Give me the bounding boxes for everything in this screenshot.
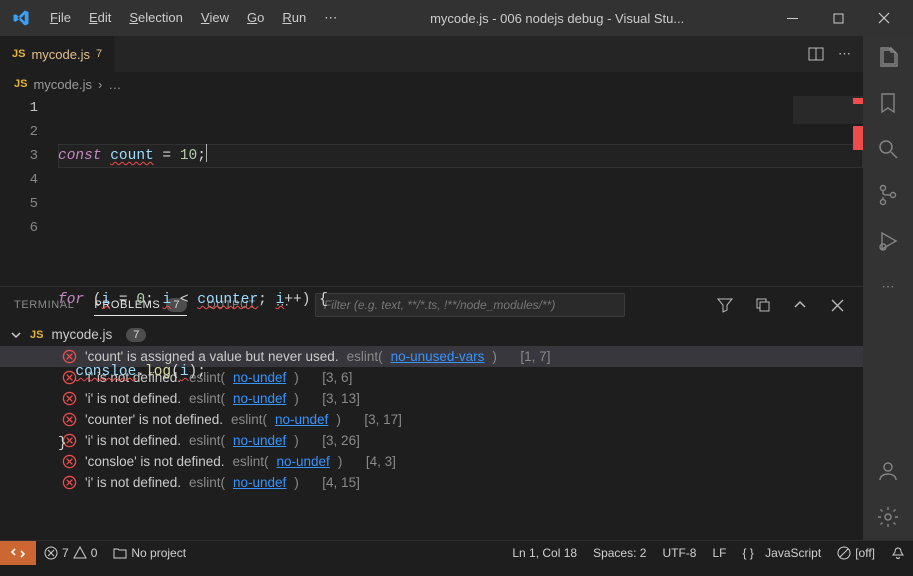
activity-bar: ⋯ (863, 36, 913, 540)
menu-bar: File Edit Selection View Go Run ⋯ (42, 6, 345, 30)
account-icon[interactable] (875, 458, 901, 484)
editor-tab-bar: JS mycode.js 7 ⋯ (0, 36, 863, 72)
tab-more-icon[interactable]: ⋯ (838, 46, 851, 62)
explorer-icon[interactable] (875, 44, 901, 70)
vscode-icon (12, 9, 30, 27)
more-icon[interactable]: ⋯ (875, 274, 901, 300)
search-icon[interactable] (875, 136, 901, 162)
tab-modified-count: 7 (96, 48, 102, 60)
status-notifications[interactable] (883, 546, 913, 560)
error-icon (44, 546, 58, 560)
tab-filename: mycode.js (31, 47, 90, 62)
remote-indicator[interactable] (0, 541, 36, 565)
source-control-icon[interactable] (875, 182, 901, 208)
bell-icon (891, 546, 905, 560)
window-close-button[interactable] (861, 0, 907, 36)
title-bar: File Edit Selection View Go Run ⋯ mycode… (0, 0, 913, 36)
window-title: mycode.js - 006 nodejs debug - Visual St… (351, 11, 763, 26)
js-file-icon: JS (12, 48, 25, 60)
breadcrumb[interactable]: JS mycode.js › … (0, 72, 863, 96)
chevron-right-icon: › (98, 77, 102, 92)
menu-selection[interactable]: Selection (121, 6, 190, 30)
settings-gear-icon[interactable] (875, 504, 901, 530)
chevron-down-icon (10, 329, 22, 341)
minimap[interactable] (793, 96, 863, 286)
breadcrumb-file: mycode.js (33, 77, 92, 92)
menu-overflow[interactable]: ⋯ (316, 6, 345, 30)
menu-view[interactable]: View (193, 6, 237, 30)
menu-file[interactable]: File (42, 6, 79, 30)
js-file-icon: JS (30, 329, 43, 341)
breadcrumb-more: … (108, 77, 121, 92)
bookmark-icon[interactable] (875, 90, 901, 116)
menu-edit[interactable]: Edit (81, 6, 119, 30)
text-cursor (206, 144, 207, 162)
split-editor-icon[interactable] (808, 46, 824, 62)
editor-tab-mycode[interactable]: JS mycode.js 7 (0, 36, 115, 72)
js-file-icon: JS (14, 78, 27, 90)
code-editor[interactable]: 1 2 3 4 5 6 const count = 10; for (i = 0… (0, 96, 863, 286)
menu-go[interactable]: Go (239, 6, 272, 30)
line-number-gutter: 1 2 3 4 5 6 (0, 96, 58, 286)
window-minimize-button[interactable] (769, 0, 815, 36)
run-debug-icon[interactable] (875, 228, 901, 254)
window-controls (769, 0, 907, 36)
code-content[interactable]: const count = 10; for (i = 0; i < counte… (58, 96, 863, 286)
menu-run[interactable]: Run (274, 6, 314, 30)
window-maximize-button[interactable] (815, 0, 861, 36)
